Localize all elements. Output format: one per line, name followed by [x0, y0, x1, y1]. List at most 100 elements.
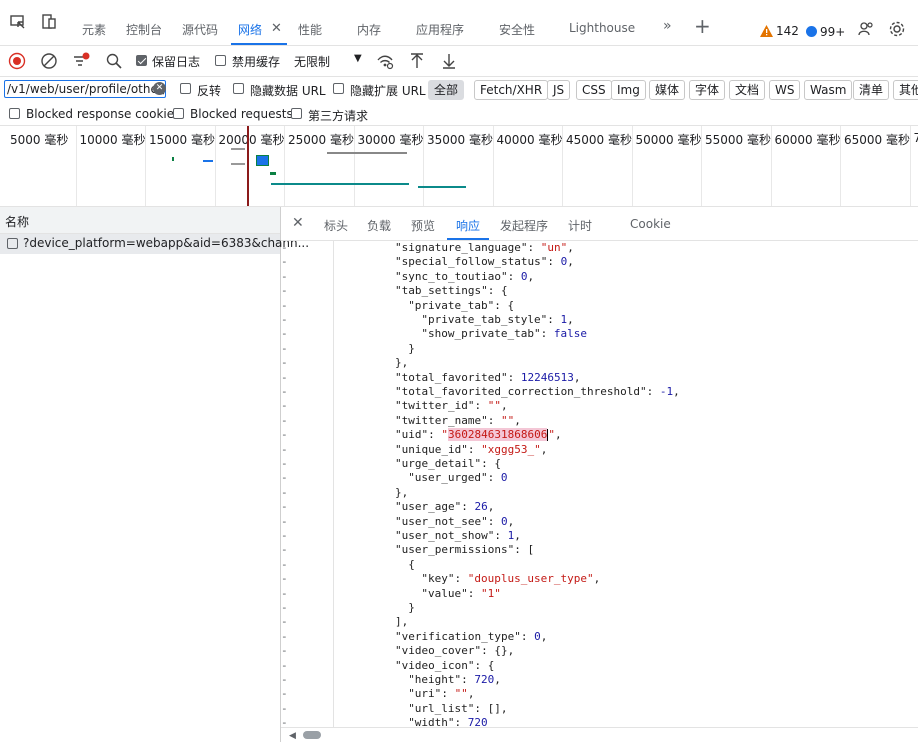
blocked-cookies-label[interactable]: Blocked response cookies: [26, 107, 180, 121]
detail-tab-3[interactable]: 响应: [456, 217, 480, 234]
filter-chip-9[interactable]: Wasm: [804, 80, 852, 100]
third-party-checkbox[interactable]: [291, 108, 302, 119]
more-tabs-icon[interactable]: »: [663, 18, 672, 34]
json-punctuation: ,: [488, 500, 495, 513]
message-icon[interactable]: [806, 26, 817, 37]
record-stop-icon[interactable]: [8, 52, 26, 70]
import-har-icon[interactable]: [408, 52, 426, 70]
settings-people-icon[interactable]: [857, 20, 875, 38]
json-key: "user_not_show": [395, 529, 494, 542]
filter-chip-3[interactable]: CSS: [576, 80, 612, 100]
network-overview-timeline[interactable]: 5000 毫秒10000 毫秒15000 毫秒20000 毫秒25000 毫秒3…: [0, 126, 918, 207]
tab-1[interactable]: 控制台: [126, 21, 162, 38]
filter-chip-7[interactable]: 文档: [729, 80, 765, 100]
invert-checkbox[interactable]: [180, 83, 191, 94]
diff-marker: -: [281, 284, 291, 298]
json-string: "douplus_user_type": [468, 572, 594, 585]
detail-tab-6[interactable]: Cookie: [630, 217, 671, 231]
request-detail-pane: ✕ 标头负载预览响应发起程序计时Cookie -"signature_langu…: [281, 207, 918, 742]
preserve-log-label[interactable]: 保留日志: [152, 53, 200, 70]
tab-0[interactable]: 元素: [82, 21, 106, 38]
filter-chip-1[interactable]: Fetch/XHR: [474, 80, 548, 100]
search-icon[interactable]: [105, 52, 123, 70]
scroll-left-icon[interactable]: ◀: [289, 731, 296, 741]
chevron-down-icon[interactable]: ▼: [354, 53, 362, 64]
hide-ext-url-label[interactable]: 隐藏扩展 URL: [350, 82, 426, 99]
code-line: "uid": "360284631868606",: [395, 428, 562, 442]
export-har-icon[interactable]: [440, 52, 458, 70]
tab-8[interactable]: Lighthouse: [569, 21, 635, 35]
tab-2[interactable]: 源代码: [182, 21, 218, 38]
warning-icon[interactable]: [760, 25, 773, 37]
filter-chip-2[interactable]: JS: [547, 80, 570, 100]
tab-6[interactable]: 应用程序: [416, 21, 464, 38]
request-name[interactable]: ?device_platform=webapp&aid=6383&chann..…: [23, 236, 309, 250]
diff-marker: -: [281, 241, 291, 255]
close-tab-icon[interactable]: ✕: [271, 21, 282, 36]
filter-chip-0[interactable]: 全部: [428, 80, 464, 100]
json-punctuation: ,: [514, 529, 521, 542]
gear-icon[interactable]: [888, 20, 906, 38]
code-line: "urge_detail": {: [395, 457, 501, 471]
json-punctuation: },: [395, 486, 408, 499]
tab-3[interactable]: 网络: [238, 21, 262, 38]
disable-cache-label[interactable]: 禁用缓存: [232, 53, 280, 70]
network-toolbar: 保留日志 禁用缓存 无限制 ▼: [0, 46, 918, 77]
name-column-header[interactable]: 名称: [0, 207, 280, 234]
filter-chip-5[interactable]: 媒体: [649, 80, 685, 100]
device-toolbar-icon[interactable]: [40, 13, 58, 31]
network-conditions-icon[interactable]: [376, 52, 394, 70]
tab-4[interactable]: 性能: [298, 21, 322, 38]
filter-chip-10[interactable]: 清单: [853, 80, 889, 100]
json-key: "urge_detail": [395, 457, 481, 470]
filter-chip-6[interactable]: 字体: [689, 80, 725, 100]
response-code-view[interactable]: -"signature_language": "un",-"special_fo…: [281, 241, 918, 727]
close-detail-icon[interactable]: ✕: [292, 215, 304, 231]
filter-input[interactable]: /v1/web/user/profile/other/: [4, 80, 166, 98]
detail-tab-2[interactable]: 预览: [411, 217, 435, 234]
diff-marker: -: [281, 342, 291, 356]
code-line: {: [408, 558, 415, 572]
diff-marker: -: [281, 428, 291, 442]
json-punctuation: ,: [501, 399, 508, 412]
detail-tab-4[interactable]: 发起程序: [500, 217, 548, 234]
blocked-cookies-checkbox[interactable]: [9, 108, 20, 119]
preserve-log-checkbox[interactable]: [136, 55, 147, 66]
json-punctuation: ,: [541, 630, 548, 643]
diff-marker: -: [281, 515, 291, 529]
blocked-requests-label[interactable]: Blocked requests: [190, 107, 293, 121]
inspect-element-icon[interactable]: [9, 13, 27, 31]
filter-chip-4[interactable]: Img: [611, 80, 646, 100]
detail-tab-5[interactable]: 计时: [568, 217, 592, 234]
diff-marker: -: [281, 457, 291, 471]
blocked-requests-checkbox[interactable]: [173, 108, 184, 119]
horizontal-scrollbar[interactable]: ◀: [281, 727, 918, 743]
diff-marker: -: [281, 371, 291, 385]
filter-chip-8[interactable]: WS: [769, 80, 800, 100]
invert-label[interactable]: 反转: [197, 82, 221, 99]
scrollbar-thumb[interactable]: [303, 731, 321, 739]
add-tab-icon[interactable]: +: [694, 14, 711, 38]
hide-data-url-checkbox[interactable]: [233, 83, 244, 94]
filter-chip-11[interactable]: 其他: [893, 80, 918, 100]
clear-icon[interactable]: [40, 52, 58, 70]
tab-7[interactable]: 安全性: [499, 21, 535, 38]
hide-ext-url-checkbox[interactable]: [333, 83, 344, 94]
detail-tab-1[interactable]: 负载: [367, 217, 391, 234]
hide-data-url-label[interactable]: 隐藏数据 URL: [250, 82, 326, 99]
code-line: ],: [395, 615, 408, 629]
clear-filter-icon[interactable]: ✕: [153, 82, 166, 95]
disable-cache-checkbox[interactable]: [215, 55, 226, 66]
tab-5[interactable]: 内存: [357, 21, 381, 38]
filter-icon[interactable]: [72, 52, 90, 70]
json-punctuation: ],: [395, 615, 408, 628]
third-party-label[interactable]: 第三方请求: [308, 107, 368, 124]
message-count[interactable]: 99+: [820, 25, 845, 39]
overview-bar: [231, 163, 245, 165]
detail-tab-0[interactable]: 标头: [324, 217, 348, 234]
json-punctuation: }: [408, 342, 415, 355]
throttle-select[interactable]: 无限制: [294, 53, 330, 70]
overview-tick-label: 70: [914, 131, 918, 145]
warning-count[interactable]: 142: [776, 24, 799, 38]
request-row[interactable]: ?device_platform=webapp&aid=6383&chann..…: [0, 234, 280, 254]
